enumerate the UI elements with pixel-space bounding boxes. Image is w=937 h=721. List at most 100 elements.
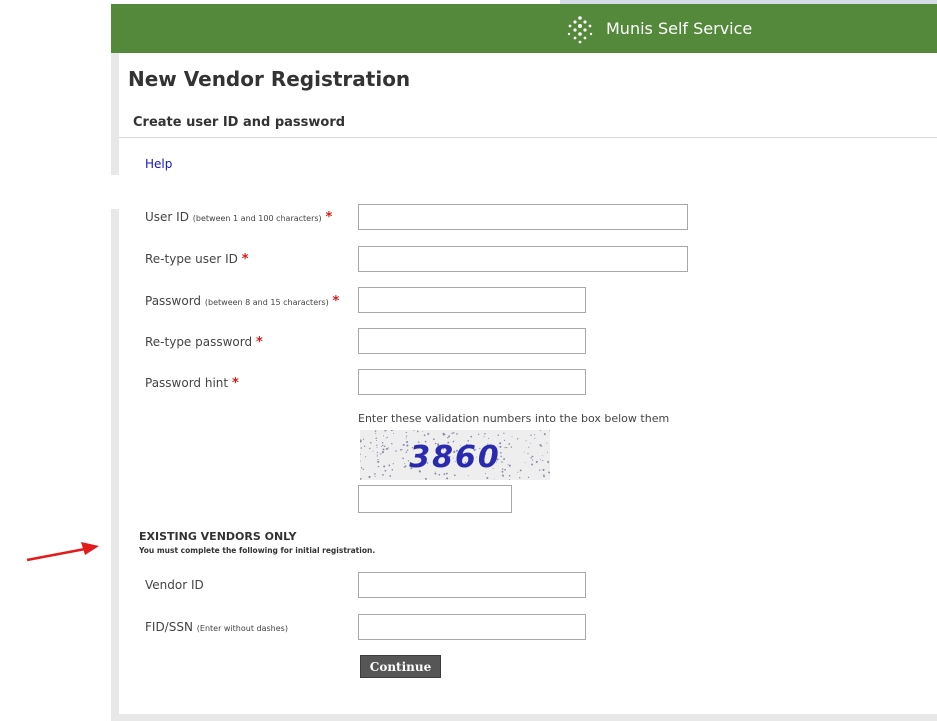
captcha-noise-dot	[546, 451, 548, 453]
captcha-noise-dot	[508, 474, 511, 477]
vendor-id-label-text: Vendor ID	[145, 578, 204, 592]
red-arrow-icon	[26, 542, 99, 562]
captcha-noise-dot	[519, 469, 522, 472]
captcha-noise-dot	[377, 458, 379, 461]
captcha-noise-dot	[391, 469, 394, 471]
captcha-noise-dot	[534, 437, 536, 439]
captcha-noise-dot	[503, 458, 506, 461]
captcha-noise-dot	[467, 475, 469, 477]
captcha-noise-dot	[504, 468, 506, 471]
captcha-noise-dot	[532, 456, 534, 458]
fid-ssn-input[interactable]	[358, 614, 586, 640]
captcha-noise-dot	[404, 465, 407, 467]
captcha-noise-dot	[456, 433, 458, 435]
fid-ssn-label-text: FID/SSN	[145, 620, 193, 634]
user-id-label-text: User ID	[145, 210, 189, 224]
captcha-noise-dot	[405, 451, 408, 453]
captcha-noise-dot	[375, 432, 377, 434]
captcha-noise-dot	[385, 447, 388, 450]
help-link[interactable]: Help	[145, 157, 172, 171]
captcha-noise-dot	[507, 464, 509, 466]
captcha-instruction: Enter these validation numbers into the …	[358, 412, 670, 425]
retype-user-id-input[interactable]	[358, 246, 688, 272]
continue-button[interactable]: Continue	[360, 655, 441, 678]
diamond-dots-icon	[567, 15, 593, 43]
captcha-noise-dot	[405, 435, 408, 437]
captcha-noise-dot	[524, 462, 526, 464]
captcha-noise-dot	[406, 440, 409, 444]
vendor-id-label: Vendor ID	[145, 578, 204, 592]
captcha-noise-dot	[401, 449, 403, 450]
captcha-noise-dot	[517, 438, 519, 440]
required-marker: *	[241, 252, 249, 267]
captcha-noise-dot	[486, 476, 489, 480]
fid-ssn-hint: (Enter without dashes)	[196, 624, 288, 633]
captcha-noise-dot	[511, 436, 513, 438]
captcha-noise-dot	[416, 430, 419, 433]
captcha-noise-dot	[392, 463, 394, 465]
captcha-noise-dot	[543, 433, 546, 436]
captcha-noise-dot	[493, 478, 495, 480]
password-input[interactable]	[358, 287, 586, 313]
vendor-id-input[interactable]	[358, 572, 586, 598]
captcha-noise-dot	[539, 469, 541, 471]
captcha-noise-dot	[531, 459, 534, 461]
captcha-noise-dot	[527, 476, 530, 479]
captcha-noise-dot	[504, 446, 506, 449]
captcha-noise-dot	[448, 435, 451, 438]
app-header: Munis Self Service	[111, 4, 937, 53]
captcha-noise-dot	[395, 450, 397, 452]
captcha-noise-dot	[381, 441, 384, 444]
captcha-noise-dot	[453, 432, 455, 434]
captcha-noise-dot	[402, 444, 405, 446]
retype-password-input[interactable]	[358, 328, 586, 354]
captcha-noise-dot	[360, 447, 363, 449]
captcha-noise-dot	[519, 477, 521, 479]
captcha-noise-dot	[542, 468, 545, 471]
fid-ssn-label: FID/SSN (Enter without dashes)	[145, 620, 288, 634]
retype-user-id-label: Re-type user ID *	[145, 252, 249, 267]
captcha-noise-dot	[424, 477, 427, 480]
captcha-noise-dot	[531, 463, 534, 466]
captcha-noise-dot	[377, 454, 379, 456]
password-hint-input[interactable]	[358, 369, 586, 395]
required-marker: *	[255, 335, 263, 350]
captcha-noise-dot	[501, 461, 503, 463]
captcha-noise-dot	[360, 460, 362, 462]
required-marker: *	[231, 376, 239, 391]
captcha-noise-dot	[385, 437, 387, 439]
captcha-noise-dot	[376, 444, 378, 446]
existing-vendors-title: EXISTING VENDORS ONLY	[139, 530, 297, 543]
captcha-noise-dot	[362, 468, 364, 470]
bottom-border	[111, 714, 937, 721]
captcha-noise-dot	[374, 473, 376, 475]
captcha-noise-dot	[442, 432, 445, 435]
captcha-noise-dot	[523, 451, 525, 453]
captcha-noise-dot	[447, 437, 449, 439]
captcha-noise-dot	[445, 434, 447, 435]
captcha-input[interactable]	[358, 485, 512, 513]
captcha-noise-dot	[370, 442, 372, 444]
captcha-noise-dot	[375, 440, 377, 441]
section-title: Create user ID and password	[133, 115, 346, 130]
captcha-noise-dot	[543, 474, 545, 476]
captcha-noise-dot	[387, 447, 389, 449]
captcha-noise-dot	[503, 439, 506, 442]
captcha-noise-dot	[423, 434, 426, 437]
captcha-noise-dot	[501, 470, 504, 473]
captcha-noise-dot	[528, 446, 530, 448]
captcha-noise-dot	[375, 437, 377, 439]
captcha-noise-dot	[382, 448, 385, 451]
captcha-noise-dot	[378, 466, 380, 468]
user-id-input[interactable]	[358, 204, 688, 230]
retype-password-label-text: Re-type password	[145, 335, 253, 349]
captcha-noise-dot	[381, 451, 384, 454]
captcha-noise-dot	[541, 455, 543, 457]
captcha-noise-dot	[404, 463, 406, 465]
captcha-noise-dot	[529, 442, 531, 444]
captcha-noise-dot	[530, 434, 532, 436]
captcha-noise-dot	[530, 456, 532, 459]
captcha-noise-dot	[377, 460, 380, 463]
captcha-noise-dot	[364, 456, 367, 458]
captcha-noise-dot	[427, 432, 430, 435]
